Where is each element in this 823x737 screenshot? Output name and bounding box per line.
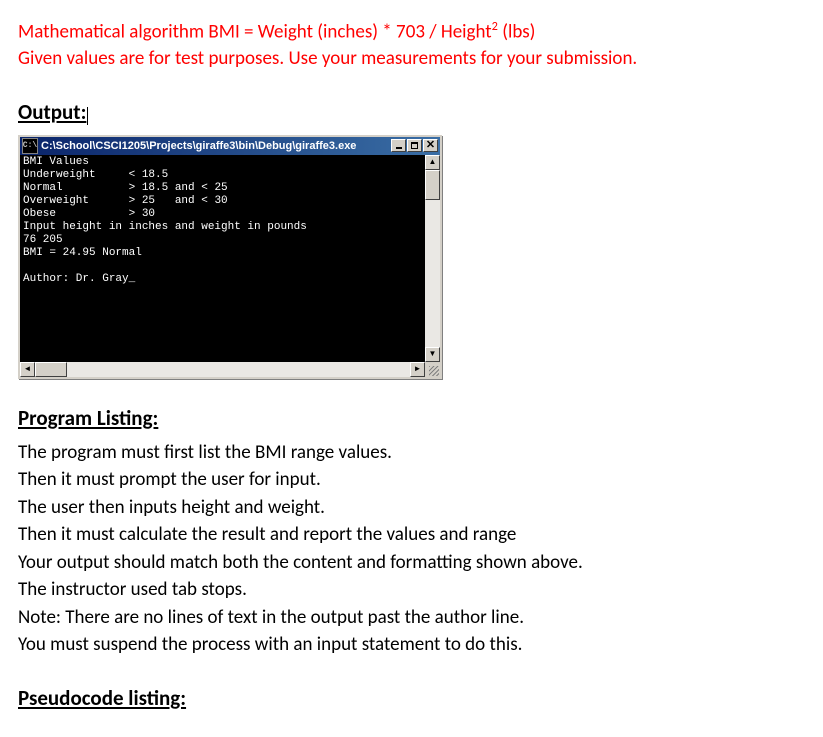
program-line: Then it must prompt the user for input. (18, 466, 805, 494)
program-line: Note: There are no lines of text in the … (18, 604, 805, 632)
program-line: Your output should match both the conten… (18, 549, 805, 577)
program-line: The program must first list the BMI rang… (18, 439, 805, 467)
scroll-right-button[interactable]: ► (410, 362, 425, 377)
vscroll-thumb[interactable] (425, 170, 440, 200)
output-header-text: Output: (18, 99, 86, 125)
cmd-icon: C:\ (22, 138, 38, 154)
intro-line1-post: (lbs) (498, 20, 536, 43)
minimize-button[interactable] (391, 139, 406, 152)
hscroll-track[interactable] (35, 362, 410, 377)
program-line: Then it must calculate the result and re… (18, 521, 805, 549)
console-window: C:\ C:\School\CSCI1205\Projects\giraffe3… (18, 135, 442, 379)
close-button[interactable]: ✕ (423, 139, 438, 152)
program-line: The instructor used tab stops. (18, 576, 805, 604)
text-cursor-icon (87, 107, 88, 125)
resize-grip-icon[interactable] (425, 362, 440, 377)
console-wrap: BMI Values Underweight < 18.5 Normal > 1… (20, 155, 440, 362)
program-listing-body: The program must first list the BMI rang… (18, 439, 805, 659)
intro-line2: Given values are for test purposes. Use … (18, 46, 805, 73)
title-bar[interactable]: C:\ C:\School\CSCI1205\Projects\giraffe3… (20, 137, 440, 155)
console-output: BMI Values Underweight < 18.5 Normal > 1… (20, 155, 425, 362)
vscroll-track[interactable] (425, 170, 440, 347)
program-listing-header: Program Listing: (18, 405, 805, 431)
intro-text: Mathematical algorithm BMI = Weight (inc… (18, 18, 805, 73)
window-controls: ✕ (391, 139, 438, 152)
vertical-scrollbar[interactable]: ▲ ▼ (425, 155, 440, 362)
scroll-left-button[interactable]: ◄ (20, 362, 35, 377)
output-header: Output: (18, 99, 88, 125)
program-line: The user then inputs height and weight. (18, 494, 805, 522)
maximize-button[interactable] (407, 139, 422, 152)
window-title: C:\School\CSCI1205\Projects\giraffe3\bin… (41, 140, 391, 152)
hscroll-thumb[interactable] (35, 362, 67, 377)
intro-line1-pre: Mathematical algorithm BMI = Weight (inc… (18, 20, 492, 43)
horizontal-scrollbar[interactable]: ◄ ► (20, 362, 440, 377)
intro-line1: Mathematical algorithm BMI = Weight (inc… (18, 18, 805, 46)
scroll-down-button[interactable]: ▼ (425, 347, 440, 362)
pseudocode-header: Pseudocode listing: (18, 685, 805, 711)
program-line: You must suspend the process with an inp… (18, 631, 805, 659)
scroll-up-button[interactable]: ▲ (425, 155, 440, 170)
